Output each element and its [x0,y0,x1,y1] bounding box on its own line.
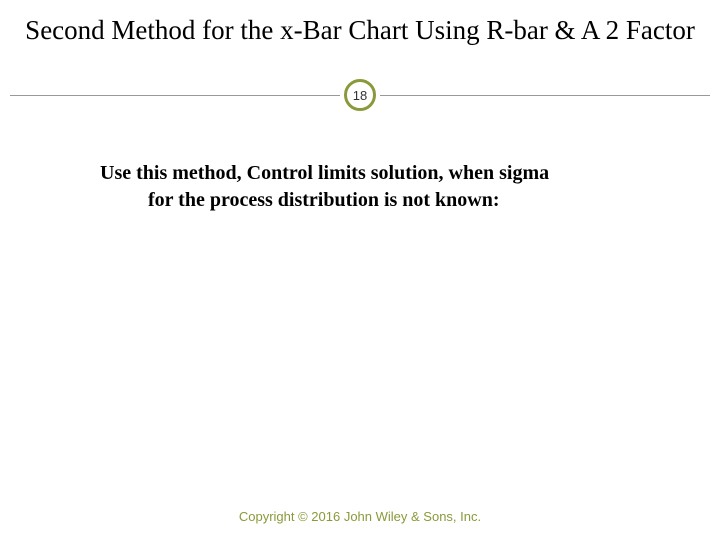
slide: Second Method for the x-Bar Chart Using … [0,0,720,540]
body-text: Use this method, Control limits solution… [100,160,650,214]
body-line-1: Use this method, Control limits solution… [100,162,549,184]
copyright-footer: Copyright © 2016 John Wiley & Sons, Inc. [0,509,720,524]
slide-title: Second Method for the x-Bar Chart Using … [10,14,710,48]
body-line-2: for the process distribution is not know… [100,187,650,214]
slide-number: 18 [353,88,367,103]
slide-number-badge-wrap: 18 [340,75,380,115]
slide-number-badge: 18 [344,79,376,111]
